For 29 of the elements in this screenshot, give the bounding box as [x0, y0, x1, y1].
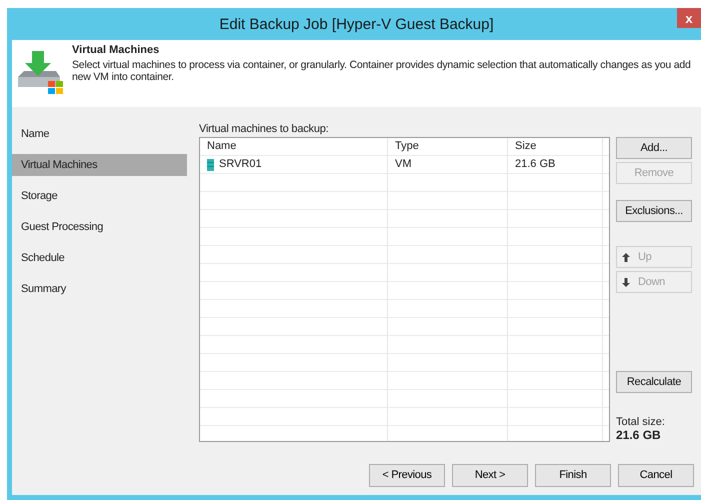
- server-icon: [207, 158, 214, 170]
- sidebar-item[interactable]: Virtual Machines: [12, 154, 187, 176]
- footer-button[interactable]: Cancel: [618, 464, 694, 486]
- column-header[interactable]: Type: [388, 138, 508, 155]
- sidebar-item[interactable]: Name: [12, 123, 187, 145]
- action-button[interactable]: Add...: [616, 137, 692, 159]
- close-button[interactable]: x: [677, 8, 701, 28]
- table-cell: SRVR01: [200, 156, 388, 173]
- sidebar-item[interactable]: Storage: [12, 185, 187, 207]
- action-button[interactable]: Exclusions...: [616, 200, 692, 222]
- page-description: Select virtual machines to process via container, or granularly. Container provides dynamic selection that automatically changes as you add new VM into container.: [72, 59, 692, 83]
- column-header[interactable]: Size: [508, 138, 603, 155]
- total-size-value: 21.6 GB: [616, 428, 662, 442]
- footer-button[interactable]: Next >: [452, 464, 528, 486]
- footer-button[interactable]: Finish: [535, 464, 611, 486]
- arrow-down-icon: [622, 278, 630, 286]
- window-title: Edit Backup Job [Hyper-V Guest Backup]: [219, 16, 494, 32]
- arrow-up-icon: [622, 252, 630, 262]
- sidebar-item[interactable]: Guest Processing: [12, 216, 187, 238]
- footer-button[interactable]: < Previous: [369, 464, 445, 486]
- action-button[interactable]: Recalculate: [616, 371, 692, 393]
- sidebar-item[interactable]: Schedule: [12, 247, 187, 269]
- table-cell: VM: [388, 156, 508, 173]
- table-label: Virtual machines to backup:: [199, 123, 330, 135]
- table-cell: 21.6 GB: [508, 156, 603, 173]
- column-header[interactable]: Name: [200, 138, 388, 155]
- total-size-label: Total size:: [616, 416, 666, 428]
- page-title: Virtual Machines: [72, 44, 160, 56]
- sidebar-item[interactable]: Summary: [12, 278, 187, 300]
